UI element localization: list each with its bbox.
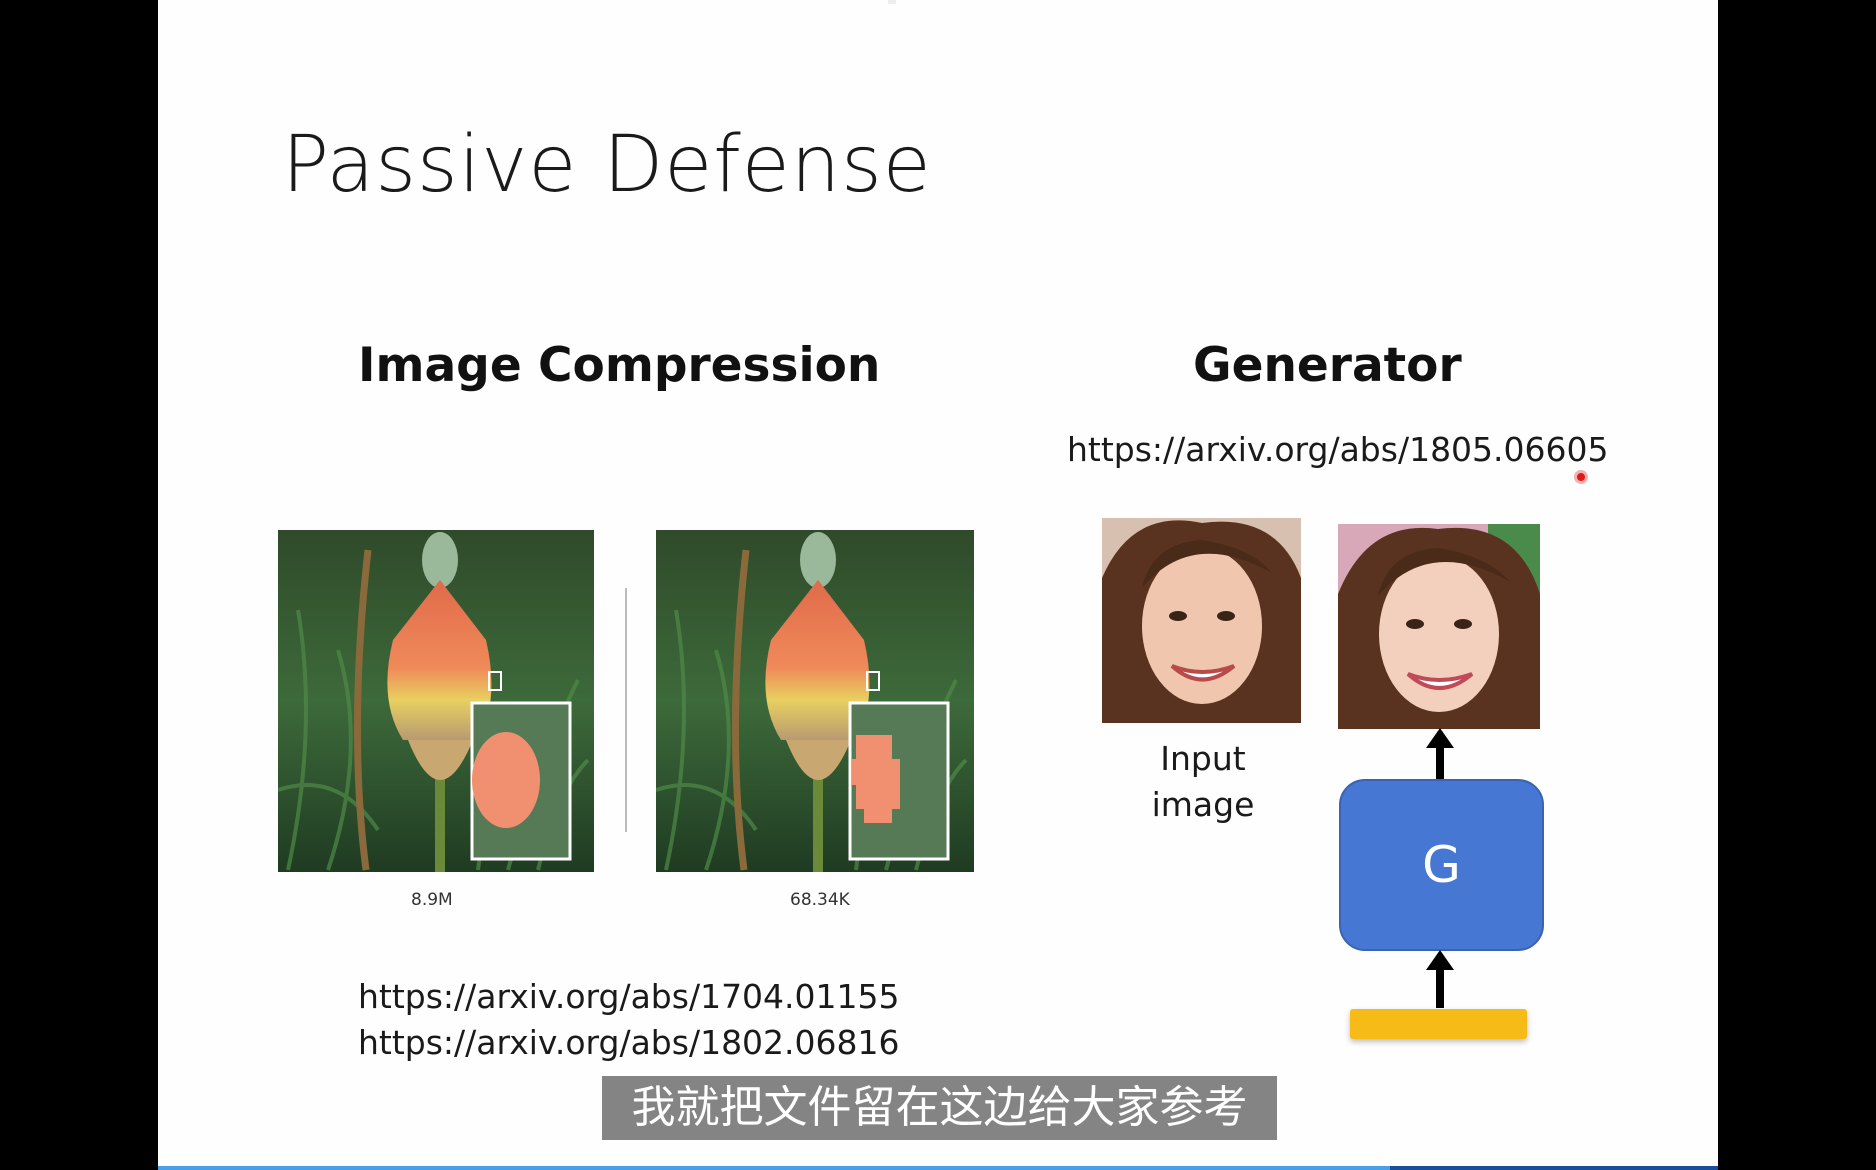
noise-vector-bar — [1350, 1009, 1527, 1039]
generator-heading: Generator — [1193, 338, 1462, 393]
top-edge-mark — [888, 0, 896, 4]
video-progress-bar[interactable] — [158, 1166, 1718, 1170]
video-progress-fill — [158, 1166, 1391, 1170]
compression-paper-link-1[interactable]: https://arxiv.org/abs/1704.01155 — [358, 977, 900, 1016]
generator-paper-link[interactable]: https://arxiv.org/abs/1805.06605 — [1067, 430, 1609, 469]
image-compression-heading: Image Compression — [358, 338, 881, 393]
generated-face-image — [1338, 524, 1540, 729]
generator-block: G — [1339, 779, 1544, 951]
arrow-up-icon — [1424, 950, 1456, 1012]
laser-pointer-icon — [1574, 470, 1588, 484]
compression-paper-link-2[interactable]: https://arxiv.org/abs/1802.06816 — [358, 1023, 900, 1062]
image-divider — [625, 588, 627, 832]
compressed-size-caption: 68.34K — [790, 890, 850, 910]
original-size-caption: 8.9M — [411, 890, 453, 910]
arrow-up-icon — [1424, 728, 1456, 784]
compressed-flower-image — [656, 530, 974, 872]
generator-label: G — [1422, 836, 1461, 894]
slide-title: Passive Defense — [282, 120, 932, 210]
input-face-image — [1102, 518, 1301, 723]
original-flower-image — [278, 530, 594, 872]
slide: Passive Defense Image Compression Genera… — [158, 0, 1718, 1168]
video-subtitle: 我就把文件留在这边给大家参考 — [602, 1076, 1277, 1140]
input-image-label: Input image — [1151, 739, 1255, 824]
